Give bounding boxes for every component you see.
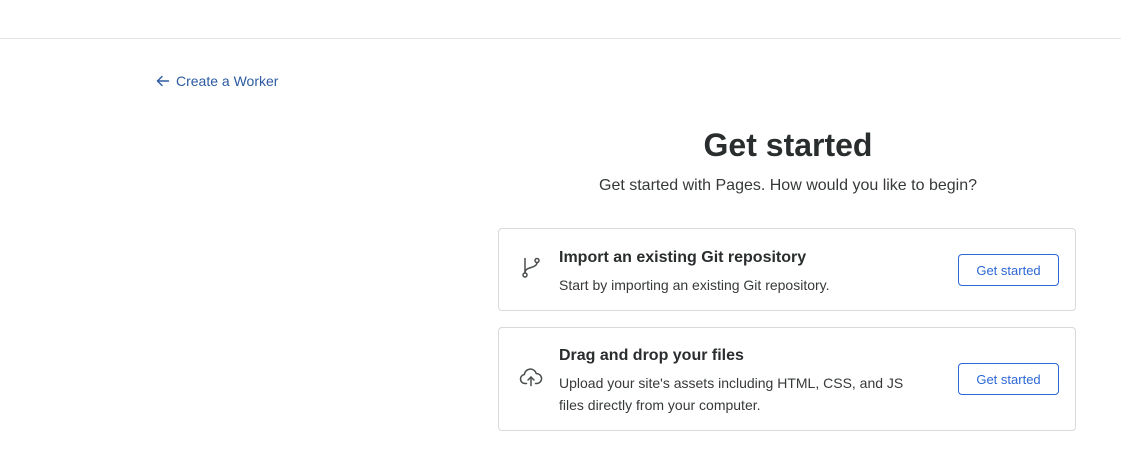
page-subtitle: Get started with Pages. How would you li… bbox=[599, 177, 977, 194]
option-title: Drag and drop your files bbox=[559, 347, 744, 364]
option-description: Upload your site's assets including HTML… bbox=[559, 375, 904, 413]
option-card-upload: Drag and drop your files Upload your sit… bbox=[498, 327, 1076, 431]
option-description: Start by importing an existing Git repos… bbox=[559, 277, 830, 293]
top-bar bbox=[0, 0, 1121, 39]
arrow-left-icon bbox=[156, 75, 170, 87]
get-started-git-button[interactable]: Get started bbox=[958, 254, 1059, 286]
option-title: Import an existing Git repository bbox=[559, 249, 807, 266]
get-started-upload-button[interactable]: Get started bbox=[958, 363, 1059, 395]
git-branch-icon bbox=[522, 257, 540, 278]
back-to-create-worker-link[interactable]: Create a Worker bbox=[156, 73, 278, 89]
cloud-upload-icon bbox=[519, 368, 543, 387]
page-title: Get started bbox=[703, 127, 873, 163]
back-link-label: Create a Worker bbox=[176, 73, 279, 89]
option-card-git-import: Import an existing Git repository Start … bbox=[498, 228, 1076, 311]
